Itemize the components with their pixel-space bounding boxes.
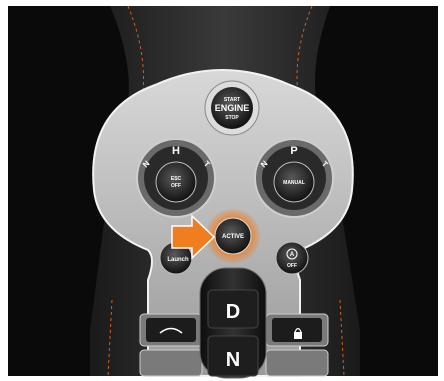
esc-label: ESC xyxy=(171,176,182,182)
powertrain-label: P xyxy=(290,145,297,157)
launch-label: Launch xyxy=(167,257,189,263)
handling-label: H xyxy=(172,145,180,157)
engine-label: ENGINE xyxy=(215,103,250,113)
stop-label: STOP xyxy=(225,115,239,121)
active-button[interactable]: ACTIVE xyxy=(206,209,260,263)
left-lower-switch[interactable] xyxy=(139,313,203,347)
active-label: ACTIVE xyxy=(222,234,244,240)
handling-dial[interactable]: N H T ESC OFF xyxy=(136,138,216,218)
start-engine-stop-button[interactable]: START ENGINE STOP xyxy=(204,80,260,136)
left-bottom-switch[interactable] xyxy=(139,349,203,377)
drive-label: D xyxy=(226,301,240,323)
esc-off-button[interactable] xyxy=(155,161,197,203)
stop-start-off-button[interactable]: A OFF xyxy=(275,241,309,275)
right-bottom-switch[interactable] xyxy=(265,349,329,377)
lock-icon xyxy=(294,332,302,339)
auto-symbol: A xyxy=(290,252,295,258)
manual-label: MANUAL xyxy=(283,180,305,186)
stop-start-off-label: OFF xyxy=(287,263,297,269)
esc-off-label: OFF xyxy=(171,183,181,189)
neutral-label: N xyxy=(226,349,240,371)
center-console-illustration: START ENGINE STOP N H T ESC OFF N P T MA… xyxy=(8,5,438,379)
powertrain-dial[interactable]: N P T MANUAL xyxy=(254,138,334,218)
right-lower-switch[interactable] xyxy=(265,313,329,347)
gear-selector: D N xyxy=(199,267,267,379)
